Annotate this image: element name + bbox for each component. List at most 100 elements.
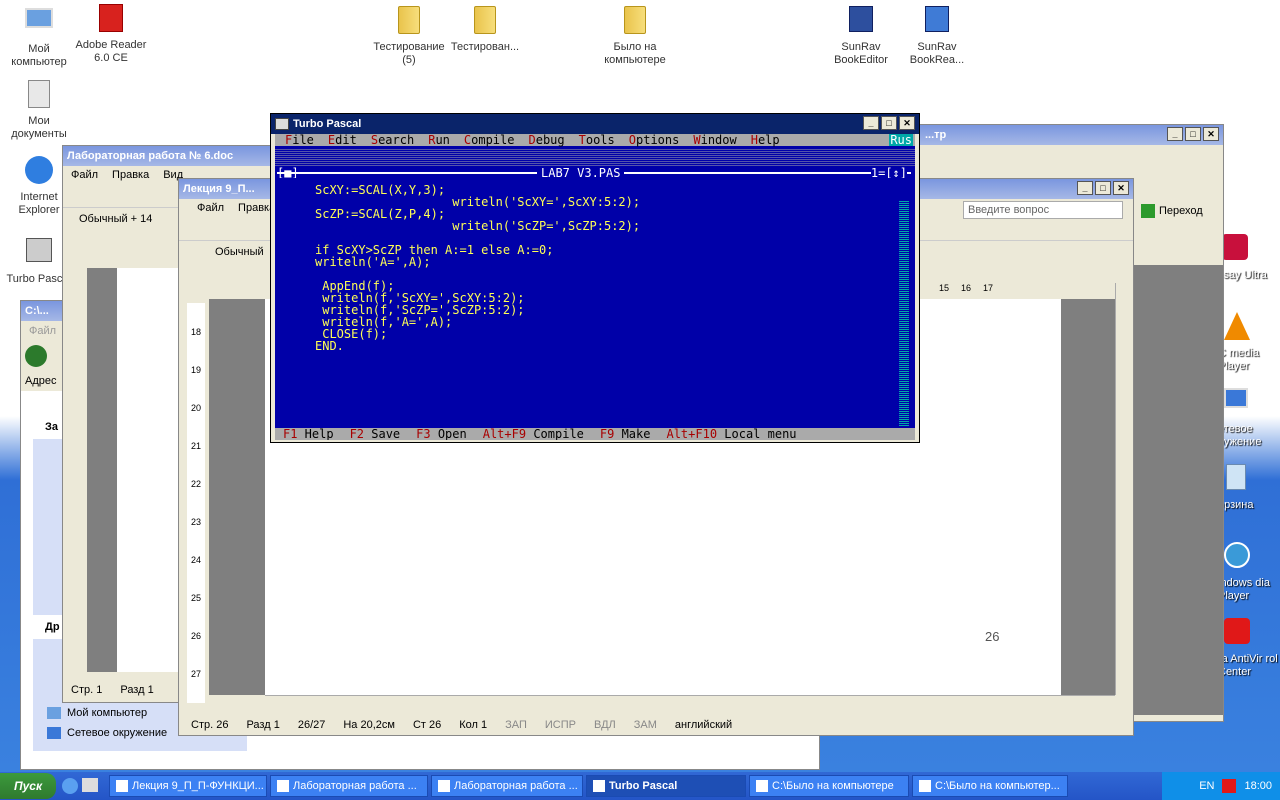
maximize-button[interactable]: □ [1185, 127, 1201, 141]
tp-code-editor[interactable]: ScXY:=SCAL(X,Y,3); writeln('ScXY=',ScXY:… [315, 184, 640, 352]
tp-window-number[interactable]: 1=[↕] [870, 166, 907, 178]
desktop-icon-vlc[interactable]: C media Player [1218, 312, 1280, 373]
language-indicator[interactable]: EN [1199, 780, 1214, 792]
tp-menu-item[interactable]: Window [693, 134, 736, 146]
tp-status-hint[interactable]: F9 Make [600, 427, 651, 440]
tp-status-hint[interactable]: F2 Save [350, 427, 401, 440]
desktop-icon-antivir[interactable]: ra AntiVir rol Center [1218, 618, 1280, 679]
tp-menu-item[interactable]: Tools [579, 134, 615, 146]
window-title: C:\... [25, 305, 49, 317]
status-ovr[interactable]: ЗАМ [634, 719, 657, 731]
close-button[interactable]: ✕ [1113, 181, 1129, 195]
status-ext[interactable]: ВДЛ [594, 719, 616, 731]
desktop-icon-my-computer[interactable]: Мой компьютер [0, 4, 78, 69]
taskbar-task[interactable]: Turbo Pascal [586, 775, 746, 797]
link-network[interactable]: Сетевое окружение [45, 723, 167, 743]
tp-status-hint[interactable]: Alt+F10 Local menu [666, 427, 796, 440]
task-app-icon [438, 780, 450, 792]
taskbar-task[interactable]: Лекция 9_П_П-ФУНКЦИ... [109, 775, 267, 797]
window-title: ...тр [925, 129, 947, 141]
recycle-bin-icon [1226, 464, 1260, 496]
style-label: Обычный [215, 246, 264, 258]
ruler-number: 23 [191, 517, 202, 527]
tp-menu-item[interactable]: Search [371, 134, 414, 146]
word1-titlebar[interactable]: Лабораторная работа № 6.doc [63, 146, 281, 166]
my-computer-icon [47, 707, 61, 719]
sunrav-editor-icon [844, 6, 878, 38]
desktop-icon-label: ssay Ultra [1218, 269, 1267, 281]
minimize-button[interactable]: _ [1077, 181, 1093, 195]
menu-file[interactable]: Файл [71, 169, 98, 181]
ie-icon[interactable] [62, 778, 78, 794]
desktop-icon-sunrav-editor[interactable]: SunRav BookEditor [822, 4, 900, 67]
maximize-button[interactable]: □ [1095, 181, 1111, 195]
status-trk[interactable]: ИСПР [545, 719, 576, 731]
tp-menu-item[interactable]: Run [428, 134, 450, 146]
tp-status-label: Local menu [717, 427, 797, 440]
status-lang[interactable]: английский [675, 719, 732, 731]
desktop-icon-my-documents[interactable]: Мои документы [0, 80, 78, 141]
desktop-icon-testing-5[interactable]: Тестирование (5) [370, 4, 448, 67]
tp-menu-label: dit [335, 134, 357, 147]
my-computer-icon [22, 8, 56, 40]
ruler-number: 27 [191, 669, 202, 679]
desktop-icon-adobe-reader[interactable]: Adobe Reader 6.0 CE [72, 4, 150, 65]
desktop-icon-essay-ultra[interactable]: ssay Ultra [1218, 234, 1280, 282]
tp-status-label: Make [614, 427, 651, 440]
tp-status-key: Alt+F10 [666, 427, 718, 440]
tp-status-hint[interactable]: F3 Open [416, 427, 467, 440]
antivir-tray-icon[interactable] [1222, 779, 1237, 793]
start-button[interactable]: Пуск [0, 773, 56, 799]
ask-question-input[interactable]: Введите вопрос [963, 201, 1123, 219]
status-rec[interactable]: ЗАП [505, 719, 527, 731]
menu-file[interactable]: Файл [29, 325, 56, 337]
ruler-number: 25 [191, 593, 202, 603]
desktop-icon-recycle-bin[interactable]: орзина [1218, 464, 1280, 512]
close-button[interactable]: ✕ [1203, 127, 1219, 141]
desktop-icon-wmp[interactable]: indows dia Player [1218, 542, 1280, 603]
tp-menu-item[interactable]: Compile [464, 134, 515, 146]
status-section: Разд 1 [246, 719, 280, 731]
tp-status-hint[interactable]: Alt+F9 Compile [483, 427, 584, 440]
desktop-icon-network[interactable]: етевое ружение [1218, 388, 1280, 449]
network-icon [1224, 388, 1258, 420]
ruler-number: 17 [983, 283, 994, 293]
horizontal-scrollbar[interactable] [265, 695, 1115, 711]
style-label: Обычный + 14 [79, 213, 153, 225]
back-arrow-icon[interactable] [25, 345, 47, 367]
tp-menu-hotkey: T [578, 134, 586, 147]
taskbar-task[interactable]: Лабораторная работа ... [270, 775, 428, 797]
tp-status-hint[interactable]: F1 Help [283, 427, 334, 440]
close-button[interactable]: ✕ [899, 116, 915, 130]
ruler-number: 18 [191, 327, 202, 337]
taskbar-task[interactable]: C:\Было на компьютере [749, 775, 909, 797]
show-desktop-icon[interactable] [82, 778, 98, 792]
task-app-icon [116, 780, 128, 792]
vertical-scrollbar[interactable] [1115, 283, 1131, 695]
taskbar-task[interactable]: C:\Было на компьютер... [912, 775, 1068, 797]
desktop-icon-was-on-computer[interactable]: Было на компьютере [596, 4, 674, 67]
maximize-button[interactable]: □ [881, 116, 897, 130]
turbo-pascal-titlebar[interactable]: Turbo Pascal _ □ ✕ [271, 114, 919, 134]
link-my-computer[interactable]: Мой компьютер [45, 703, 167, 723]
tp-menu-item[interactable]: Help [751, 134, 780, 146]
desktop-icon-testing[interactable]: Тестирован... [446, 4, 524, 54]
ruler-number: 16 [961, 283, 972, 293]
desktop-icon-label: SunRav BookRea... [909, 41, 965, 66]
tp-menu-label: ools [585, 134, 615, 147]
go-button[interactable]: Переход [1141, 201, 1221, 221]
tp-menu-item[interactable]: File [285, 134, 314, 146]
vlc-icon [1224, 312, 1258, 344]
tp-menu-item[interactable]: Options [629, 134, 680, 146]
tp-menu-item[interactable]: Debug [528, 134, 564, 146]
desktop-icon-sunrav-reader[interactable]: SunRav BookRea... [898, 4, 976, 67]
adobe-reader-icon [94, 4, 128, 36]
taskbar-task[interactable]: Лабораторная работа ... [431, 775, 583, 797]
menu-file[interactable]: Файл [197, 202, 224, 214]
minimize-button[interactable]: _ [1167, 127, 1183, 141]
tp-menu-item[interactable]: Edit [328, 134, 357, 146]
task-app-icon [756, 780, 768, 792]
menu-edit[interactable]: Правка [112, 169, 149, 181]
tp-vertical-scrollbar[interactable] [899, 200, 909, 426]
minimize-button[interactable]: _ [863, 116, 879, 130]
